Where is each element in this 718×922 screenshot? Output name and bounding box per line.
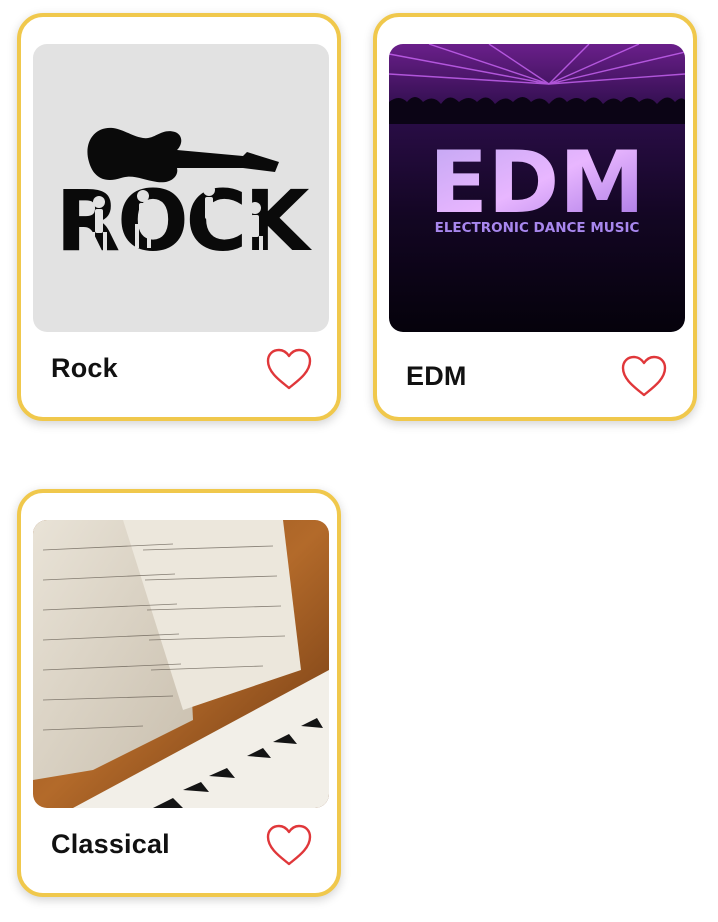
genre-title: EDM	[406, 361, 467, 391]
genre-grid: ROCK Rock EDM ELECTRONIC DANCE MUSIC EDM…	[0, 0, 718, 922]
genre-artwork-classical	[33, 520, 329, 808]
rock-art-text: ROCK	[56, 172, 313, 270]
heart-icon[interactable]	[265, 347, 313, 391]
heart-icon[interactable]	[620, 354, 668, 398]
genre-card-classical[interactable]: Classical	[17, 489, 341, 897]
genre-artwork-edm: EDM ELECTRONIC DANCE MUSIC	[389, 44, 685, 332]
heart-icon[interactable]	[265, 823, 313, 867]
genre-title: Classical	[51, 829, 170, 859]
genre-card-rock[interactable]: ROCK Rock	[17, 13, 341, 421]
genre-artwork-rock: ROCK	[33, 44, 329, 332]
genre-card-edm[interactable]: EDM ELECTRONIC DANCE MUSIC EDM	[373, 13, 697, 421]
edm-art-text: EDM	[429, 133, 645, 233]
edm-art-subtext: ELECTRONIC DANCE MUSIC	[435, 220, 640, 236]
genre-title: Rock	[51, 353, 118, 383]
